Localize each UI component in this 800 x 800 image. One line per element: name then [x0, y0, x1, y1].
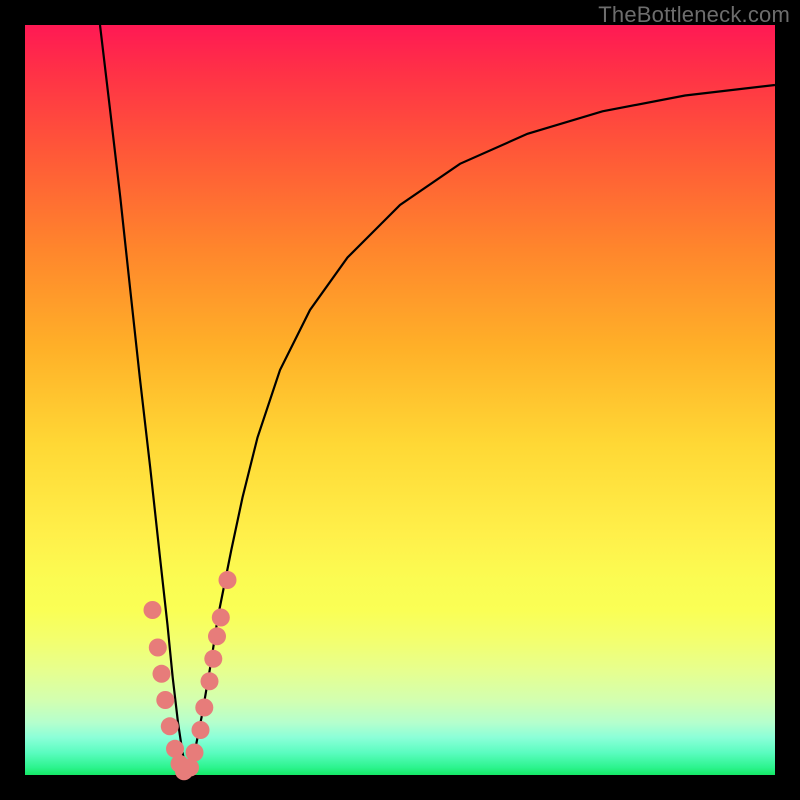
- data-marker: [204, 650, 222, 668]
- bottleneck-curve: [100, 25, 775, 771]
- data-marker: [208, 627, 226, 645]
- data-marker: [201, 672, 219, 690]
- data-marker: [186, 744, 204, 762]
- data-marker: [144, 601, 162, 619]
- data-marker: [161, 717, 179, 735]
- data-marker: [156, 691, 174, 709]
- data-marker: [195, 699, 213, 717]
- data-marker: [192, 721, 210, 739]
- marker-layer: [144, 571, 237, 780]
- watermark-text: TheBottleneck.com: [598, 2, 790, 28]
- data-marker: [219, 571, 237, 589]
- data-marker: [212, 609, 230, 627]
- plot-area: [25, 25, 775, 775]
- curve-path: [100, 25, 775, 771]
- curve-layer: [25, 25, 775, 775]
- data-marker: [153, 665, 171, 683]
- data-marker: [149, 639, 167, 657]
- chart-frame: TheBottleneck.com: [0, 0, 800, 800]
